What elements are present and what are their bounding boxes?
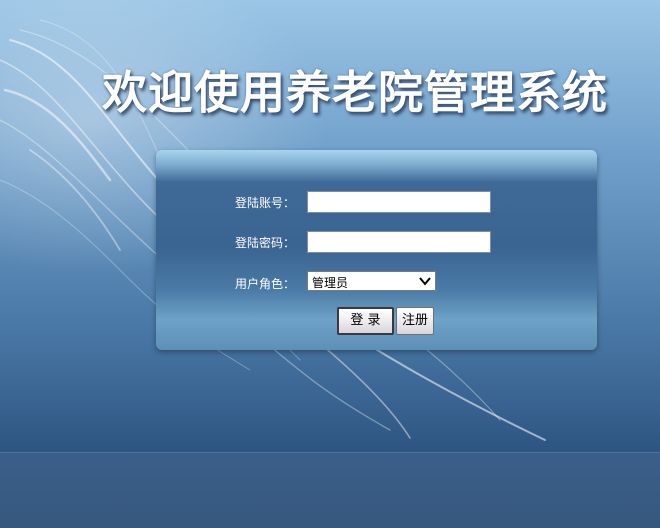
role-select-value: 管理员	[312, 276, 349, 290]
chevron-down-icon	[419, 277, 431, 286]
account-label: 登陆账号：	[235, 196, 296, 210]
password-input[interactable]	[307, 231, 491, 253]
role-select[interactable]: 管理员	[307, 271, 436, 291]
login-panel: 登陆账号： 登陆密码： 用户角色： 管理员 登 录 注册	[156, 150, 597, 350]
account-input[interactable]	[307, 191, 491, 213]
register-button[interactable]: 注册	[396, 307, 434, 335]
role-label: 用户角色：	[235, 277, 296, 291]
page-title: 欢迎使用养老院管理系统	[102, 66, 609, 119]
password-label: 登陆密码：	[235, 236, 296, 250]
login-button[interactable]: 登 录	[337, 307, 394, 335]
